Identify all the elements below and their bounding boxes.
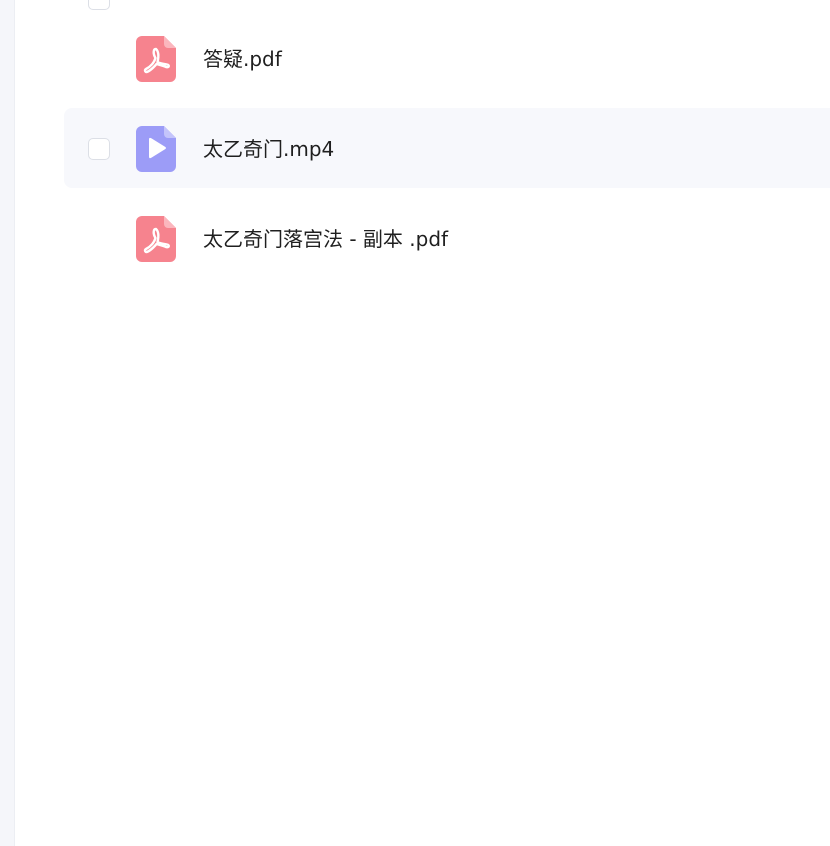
pdf-icon: [136, 216, 176, 262]
file-row-video[interactable]: 太乙奇门.mp4: [64, 108, 830, 188]
sidebar-edge: [0, 0, 15, 846]
file-browser: 答疑.pdf 太乙奇门.mp4 太乙奇门落宫法 - 副本 .pdf: [0, 0, 830, 846]
row-checkbox[interactable]: [88, 0, 110, 10]
pdf-icon: [136, 36, 176, 82]
file-name: 答疑.pdf: [203, 47, 282, 71]
file-name: 太乙奇门.mp4: [203, 137, 335, 161]
row-checkbox[interactable]: [88, 138, 110, 160]
video-file-icon: [136, 126, 176, 172]
file-row-pdf-answers[interactable]: 答疑.pdf: [64, 18, 830, 98]
file-row-pdf-copy[interactable]: 太乙奇门落宫法 - 副本 .pdf: [64, 198, 830, 278]
file-name: 太乙奇门落宫法 - 副本 .pdf: [203, 227, 449, 251]
file-list: 答疑.pdf 太乙奇门.mp4 太乙奇门落宫法 - 副本 .pdf: [64, 0, 830, 288]
file-row-partial[interactable]: [64, 0, 830, 10]
